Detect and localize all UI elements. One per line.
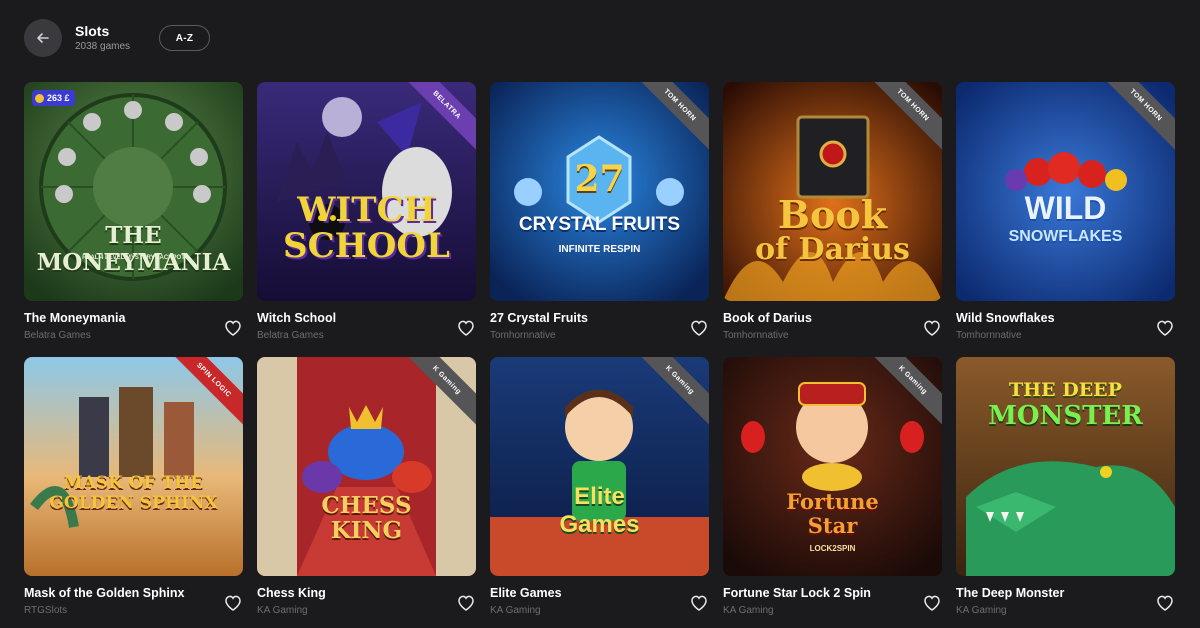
game-thumbnail[interactable]: Fortune Star LOCK2SPIN K Gaming bbox=[723, 357, 942, 576]
game-provider: Tomhornnative bbox=[723, 330, 789, 341]
game-provider: KA Gaming bbox=[723, 605, 774, 616]
game-card-the-moneymania[interactable]: THE MONEYMANIA REAL 4 LEVEL MYSTERY JACK… bbox=[24, 82, 243, 357]
art-line2: GOLDEN SPHINX bbox=[49, 493, 218, 513]
provider-ribbon: K Gaming bbox=[641, 357, 709, 425]
game-card-mask-of-the-golden-sphinx[interactable]: MASK OF THE GOLDEN SPHINX SPIN LOGIC Mas… bbox=[24, 357, 243, 628]
game-provider: Tomhornnative bbox=[490, 330, 556, 341]
game-thumbnail[interactable]: WILD SNOWFLAKES TOM HORN bbox=[956, 82, 1175, 301]
game-title[interactable]: Book of Darius bbox=[723, 311, 812, 325]
art-title: THE MONEYMANIA bbox=[36, 222, 231, 276]
art-line2: MONSTER bbox=[988, 401, 1143, 431]
provider-ribbon: K Gaming bbox=[874, 357, 942, 425]
page-title: Slots bbox=[75, 23, 110, 39]
game-provider: Belatra Games bbox=[24, 330, 91, 341]
game-thumbnail[interactable]: Elite Games K Gaming bbox=[490, 357, 709, 576]
provider-ribbon: K Gaming bbox=[408, 357, 476, 425]
game-card-the-deep-monster[interactable]: THE DEEP MONSTER The Deep Monster KA Gam… bbox=[956, 357, 1175, 628]
art-title: Fortune bbox=[786, 489, 879, 514]
game-thumbnail[interactable]: Book of Darius TOM HORN bbox=[723, 82, 942, 301]
heart-icon[interactable] bbox=[689, 318, 709, 338]
art-line2: Star bbox=[807, 513, 858, 538]
heart-icon[interactable] bbox=[922, 593, 942, 613]
heart-icon[interactable] bbox=[689, 593, 709, 613]
game-provider: RTGSlots bbox=[24, 605, 68, 616]
game-thumbnail[interactable]: WITCH SCHOOL BELATRA bbox=[257, 82, 476, 301]
art-title: CHESS bbox=[321, 492, 412, 519]
coin-icon bbox=[35, 93, 44, 103]
heart-icon[interactable] bbox=[456, 318, 476, 338]
game-title[interactable]: 27 Crystal Fruits bbox=[490, 311, 588, 325]
game-title[interactable]: Elite Games bbox=[490, 586, 562, 600]
game-provider: Belatra Games bbox=[257, 330, 324, 341]
heart-icon[interactable] bbox=[922, 318, 942, 338]
art-subtitle: INFINITE RESPIN bbox=[558, 244, 641, 255]
art-line2: Games bbox=[559, 511, 640, 538]
art-title: WILD bbox=[1024, 190, 1107, 226]
game-provider: KA Gaming bbox=[257, 605, 308, 616]
game-provider: Tomhornnative bbox=[956, 330, 1022, 341]
page-header: Slots 2038 games A-Z bbox=[24, 18, 211, 58]
provider-ribbon: BELATRA bbox=[408, 82, 476, 150]
heart-icon[interactable] bbox=[223, 593, 243, 613]
game-thumbnail[interactable]: CHESS KING K Gaming bbox=[257, 357, 476, 576]
games-grid: THE MONEYMANIA REAL 4 LEVEL MYSTERY JACK… bbox=[24, 82, 1176, 628]
game-title[interactable]: Fortune Star Lock 2 Spin bbox=[723, 586, 871, 600]
heart-icon[interactable] bbox=[1155, 593, 1175, 613]
game-thumbnail[interactable]: THE DEEP MONSTER bbox=[956, 357, 1175, 576]
game-provider: KA Gaming bbox=[956, 605, 1007, 616]
game-card-book-of-darius[interactable]: Book of Darius TOM HORN Book of Darius T… bbox=[723, 82, 942, 357]
game-title[interactable]: The Moneymania bbox=[24, 311, 125, 325]
provider-ribbon: TOM HORN bbox=[641, 82, 709, 150]
game-card-27-crystal-fruits[interactable]: 27 CRYSTAL FRUITS INFINITE RESPIN TOM HO… bbox=[490, 82, 709, 357]
heart-icon[interactable] bbox=[1155, 318, 1175, 338]
heart-icon[interactable] bbox=[456, 593, 476, 613]
game-card-witch-school[interactable]: WITCH SCHOOL BELATRA Witch School Belatr… bbox=[257, 82, 476, 357]
art-line2: KING bbox=[330, 517, 403, 544]
sort-az-button[interactable]: A-Z bbox=[159, 25, 211, 51]
game-title[interactable]: The Deep Monster bbox=[956, 586, 1064, 600]
game-title[interactable]: Witch School bbox=[257, 311, 336, 325]
art-title: WITCH SCHOOL bbox=[283, 190, 450, 266]
art-line2: SNOWFLAKES bbox=[1008, 228, 1123, 245]
game-card-chess-king[interactable]: CHESS KING K Gaming Chess King KA Gaming bbox=[257, 357, 476, 628]
art-subtitle: LOCK2SPIN bbox=[809, 544, 856, 553]
provider-ribbon: SPIN LOGIC bbox=[175, 357, 243, 425]
art-line2: of Darius bbox=[755, 232, 910, 267]
heart-icon[interactable] bbox=[223, 318, 243, 338]
art-title: Book bbox=[777, 192, 888, 237]
game-title[interactable]: Mask of the Golden Sphinx bbox=[24, 586, 184, 600]
title-block: Slots 2038 games bbox=[75, 23, 130, 53]
art-title: Elite bbox=[574, 483, 625, 510]
back-button[interactable] bbox=[24, 19, 62, 57]
art-title: MASK OF THE bbox=[63, 473, 204, 493]
game-thumbnail[interactable]: 27 CRYSTAL FRUITS INFINITE RESPIN TOM HO… bbox=[490, 82, 709, 301]
provider-ribbon: TOM HORN bbox=[874, 82, 942, 150]
game-card-elite-games[interactable]: Elite Games K Gaming Elite Games KA Gami… bbox=[490, 357, 709, 628]
art-subtitle: REAL 4 LEVEL MYSTERY JACKPOT bbox=[82, 255, 185, 261]
game-thumbnail[interactable]: THE MONEYMANIA REAL 4 LEVEL MYSTERY JACK… bbox=[24, 82, 243, 301]
art-title: THE DEEP bbox=[1009, 379, 1122, 401]
game-title[interactable]: Chess King bbox=[257, 586, 326, 600]
arrow-left-icon bbox=[37, 33, 49, 43]
game-provider: KA Gaming bbox=[490, 605, 541, 616]
provider-ribbon: TOM HORN bbox=[1107, 82, 1175, 150]
game-card-fortune-star-lock-2-spin[interactable]: Fortune Star LOCK2SPIN K Gaming Fortune … bbox=[723, 357, 942, 628]
art-title: 27 bbox=[574, 158, 625, 200]
game-thumbnail[interactable]: MASK OF THE GOLDEN SPHINX SPIN LOGIC bbox=[24, 357, 243, 576]
art-line2: CRYSTAL FRUITS bbox=[518, 214, 681, 235]
games-count: 2038 games bbox=[75, 41, 131, 52]
game-card-wild-snowflakes[interactable]: WILD SNOWFLAKES TOM HORN Wild Snowflakes… bbox=[956, 82, 1175, 357]
jackpot-badge: 263 £ bbox=[32, 90, 75, 106]
game-title[interactable]: Wild Snowflakes bbox=[956, 311, 1055, 325]
